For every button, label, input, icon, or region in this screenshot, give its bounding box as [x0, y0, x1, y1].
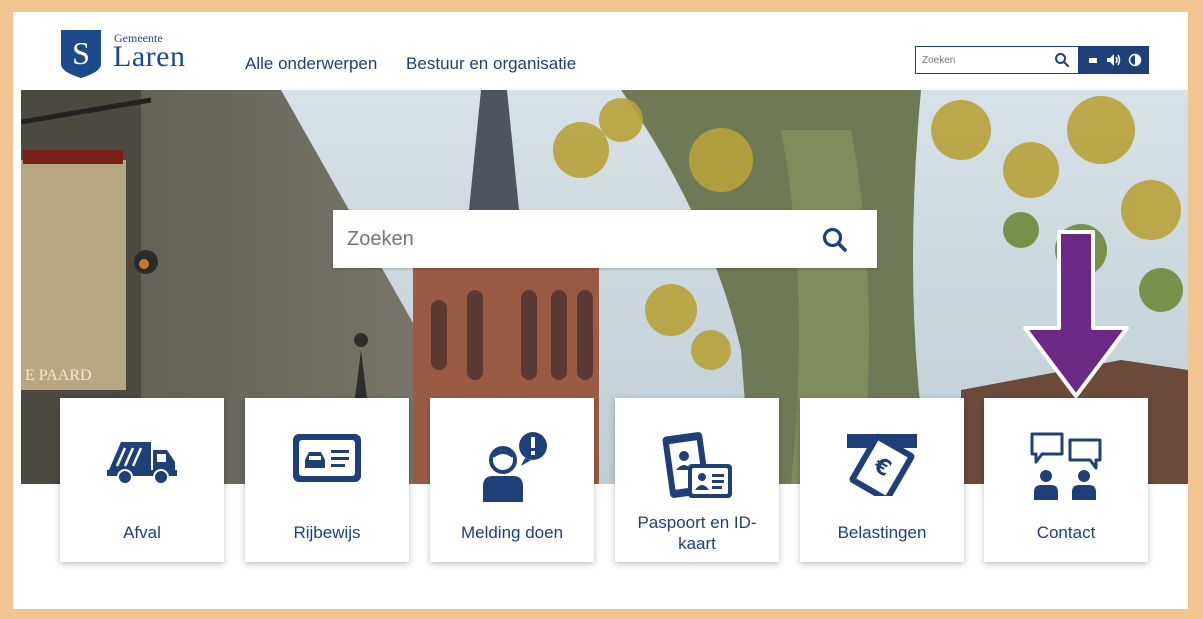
passport-id-icon	[662, 432, 732, 498]
tile-contact[interactable]: Contact	[984, 398, 1148, 562]
nav-item-alle-onderwerpen[interactable]: Alle onderwerpen	[245, 54, 377, 73]
site-logo[interactable]: S Gemeente Laren	[59, 28, 209, 80]
main-nav: Alle onderwerpen Bestuur en organisatie	[245, 54, 600, 74]
tile-label: Contact	[1036, 523, 1096, 542]
garbage-truck-icon	[107, 442, 177, 485]
tile-belastingen[interactable]: € Belastingen	[800, 398, 964, 562]
text-size-icon[interactable]	[1084, 51, 1102, 69]
tile-rijbewijs[interactable]: Rijbewijs	[245, 398, 409, 562]
accessibility-toolbar	[1079, 46, 1149, 74]
contact-chat-icon	[1030, 432, 1102, 500]
shield-logo-icon: S	[61, 30, 101, 78]
sign-text: E PAARD	[25, 367, 92, 384]
search-icon[interactable]	[821, 226, 849, 254]
report-person-icon	[483, 432, 547, 502]
tile-label: Melding doen	[460, 523, 564, 542]
tile-label: Afval	[123, 523, 161, 542]
hero-search-input[interactable]	[347, 224, 787, 254]
header-search-input[interactable]	[922, 51, 1042, 69]
page-frame: S Gemeente Laren Alle onderwerpen Bestuu…	[13, 12, 1188, 609]
logo-title: Laren	[113, 40, 186, 73]
tile-label: Rijbewijs	[293, 523, 361, 542]
down-arrow-annotation-icon	[1023, 230, 1129, 398]
read-aloud-icon[interactable]	[1105, 51, 1123, 69]
driving-license-icon	[293, 434, 361, 482]
tax-payment-icon: €	[847, 433, 917, 496]
header-search-box	[915, 46, 1079, 74]
tile-label: Belastingen	[837, 523, 927, 542]
search-icon[interactable]	[1054, 52, 1070, 68]
tile-afval[interactable]: Afval	[60, 398, 224, 562]
site-header: S Gemeente Laren Alle onderwerpen Bestuu…	[13, 12, 1188, 90]
contrast-icon[interactable]	[1126, 51, 1144, 69]
nav-item-bestuur[interactable]: Bestuur en organisatie	[406, 54, 576, 73]
tile-label: Paspoort en ID-kaart	[637, 513, 757, 553]
hero-search-box	[333, 210, 877, 268]
logo-letter: S	[72, 35, 90, 71]
tile-paspoort-id[interactable]: Paspoort en ID-kaart	[615, 398, 779, 562]
tile-melding-doen[interactable]: Melding doen	[430, 398, 594, 562]
